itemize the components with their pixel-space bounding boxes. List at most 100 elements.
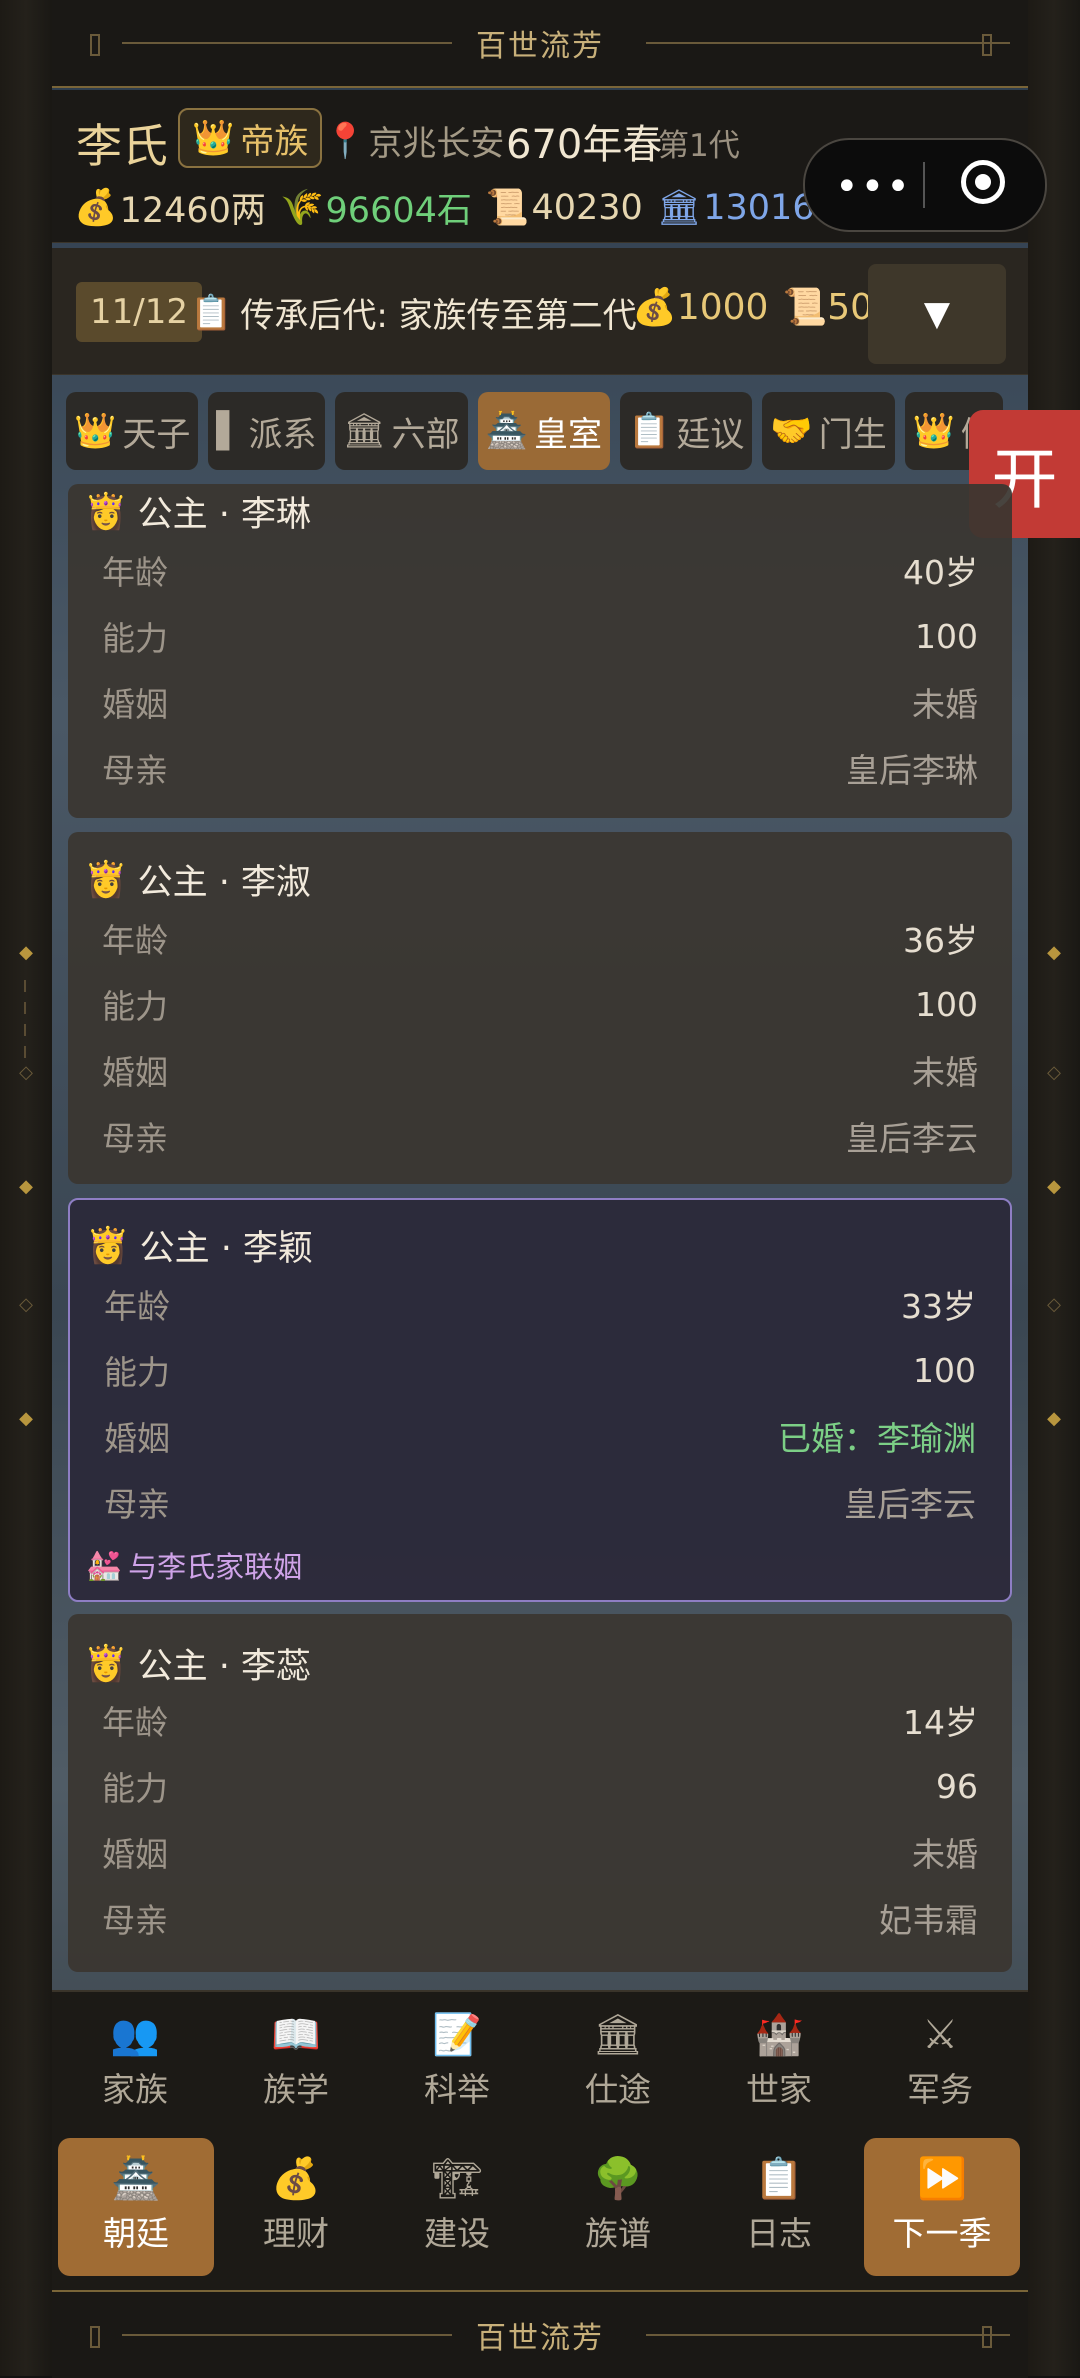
mother-row: 母亲 皇后李云 bbox=[104, 1480, 976, 1524]
crown-icon: 👑 bbox=[74, 411, 117, 451]
fast-forward-icon: ⏩ bbox=[917, 2156, 967, 2202]
crane-icon: 🏗 bbox=[431, 2156, 483, 2202]
temple-icon: 🏛 bbox=[342, 411, 386, 451]
princess-name: 公主 · 李颖 bbox=[139, 1229, 313, 1269]
tab-faction[interactable]: ▌ 派系 bbox=[208, 392, 325, 470]
miniprogram-capsule: ••• bbox=[803, 138, 1047, 232]
more-options-button[interactable]: ••• bbox=[835, 164, 912, 210]
money-bag-icon: 💰 bbox=[74, 188, 118, 228]
nav-label: 仕途 bbox=[585, 2070, 651, 2109]
nav-label: 下一季 bbox=[892, 2214, 992, 2253]
reward-money-value: 1000 bbox=[676, 287, 769, 328]
tab-label: 廷议 bbox=[676, 414, 745, 455]
tree-icon: 🌳 bbox=[593, 2156, 643, 2202]
ability-label: 能力 bbox=[102, 987, 168, 1026]
nav-label: 族谱 bbox=[585, 2214, 651, 2253]
princess-icon: 👸 bbox=[84, 860, 128, 900]
quest-expand-button[interactable]: ▼ bbox=[868, 264, 1006, 364]
handshake-icon: 🤝 bbox=[770, 411, 813, 451]
money-resource: 💰 12460两 bbox=[74, 182, 266, 233]
marriage-row: 婚姻 未婚 bbox=[102, 1048, 978, 1092]
tab-label: 派系 bbox=[248, 414, 317, 455]
diamond-ornament: ◆ bbox=[1047, 1176, 1061, 1197]
alliance-text: 与李氏家联姻 bbox=[128, 1550, 303, 1584]
princess-card[interactable]: 👸 公主 · 李琳 年龄 40岁 能力 100 婚姻 未婚 母亲 皇后李琳 bbox=[68, 484, 1012, 818]
mother-row: 母亲 皇后李琳 bbox=[102, 746, 978, 790]
right-frame: ◆ ◇ ◆ ◇ ◆ bbox=[1026, 0, 1080, 2376]
nav-family[interactable]: 👥 家族 bbox=[60, 1994, 210, 2132]
card-title: 👸 公主 · 李琳 bbox=[84, 486, 311, 537]
nav-military[interactable]: ⚔ 军务 bbox=[865, 1994, 1015, 2132]
ability-label: 能力 bbox=[102, 1769, 168, 1808]
resource-bar: 💰 12460两 🌾 96604石 📜 40230 🏛 13016 bbox=[74, 182, 815, 233]
ability-row: 能力 100 bbox=[104, 1348, 976, 1393]
banner-cap bbox=[90, 2326, 100, 2348]
marriage-label: 婚姻 bbox=[102, 1835, 168, 1874]
temple-icon: 🏛 bbox=[592, 2012, 644, 2058]
mother-value: 妃韦霜 bbox=[879, 1901, 978, 1940]
marriage-value: 未婚 bbox=[912, 1835, 978, 1874]
nav-genealogy[interactable]: 🌳 族谱 bbox=[543, 2138, 693, 2276]
age-value: 14岁 bbox=[903, 1703, 978, 1742]
close-miniprogram-button[interactable] bbox=[961, 160, 1005, 204]
tab-royal-family[interactable]: 🏯 皇室 bbox=[477, 392, 611, 470]
banner-cap bbox=[982, 34, 992, 56]
next-season-button[interactable]: ⏩ 下一季 bbox=[864, 2138, 1020, 2276]
palace-icon: 🏯 bbox=[485, 411, 529, 451]
crown-icon: 👑 bbox=[192, 118, 235, 158]
nav-log[interactable]: 📋 日志 bbox=[704, 2138, 854, 2276]
marriage-row: 婚姻 未婚 bbox=[102, 1830, 978, 1874]
court-tabs: 👑天子 ▌派系 🏛六部 🏯皇室 📋廷议 🤝门生 👑储 bbox=[66, 392, 1014, 472]
money-bag-icon: 💰 bbox=[271, 2156, 321, 2202]
nav-label: 日志 bbox=[746, 2214, 812, 2253]
card-title: 👸 公主 · 李蕊 bbox=[84, 1638, 311, 1689]
tab-label: 皇室 bbox=[534, 414, 603, 455]
tab-court-debate[interactable]: 📋 廷议 bbox=[620, 392, 753, 470]
banner-cap bbox=[90, 34, 100, 56]
nav-label: 朝廷 bbox=[103, 2214, 169, 2253]
nav-construction[interactable]: 🏗 建设 bbox=[382, 2138, 532, 2276]
clipboard-icon: 📋 bbox=[190, 292, 233, 333]
tab-emperor[interactable]: 👑 天子 bbox=[66, 392, 199, 470]
scroll-icon: 📜 bbox=[782, 287, 828, 328]
age-row: 年龄 40岁 bbox=[102, 548, 978, 592]
mother-label: 母亲 bbox=[104, 1485, 170, 1524]
princess-card[interactable]: 👸 公主 · 李淑 年龄 36岁 能力 100 婚姻 未婚 母亲 皇后李云 bbox=[68, 832, 1012, 1184]
ability-value: 100 bbox=[915, 984, 978, 1024]
ability-label: 能力 bbox=[102, 619, 168, 658]
mother-row: 母亲 妃韦霜 bbox=[102, 1896, 978, 1940]
generation-label: 第1代 bbox=[658, 128, 740, 164]
flag-icon: ▌ bbox=[216, 411, 243, 451]
memo-icon: 📝 bbox=[432, 2012, 482, 2058]
nav-label: 族学 bbox=[263, 2070, 329, 2109]
location: 📍 京兆长安 bbox=[324, 116, 504, 165]
marriage-value: 未婚 bbox=[912, 1053, 978, 1092]
left-frame: ◆ ◇ ◆ ◇ ◆ bbox=[0, 0, 54, 2376]
clan-header: 李氏 👑 帝族 📍 京兆长安 670年春 第1代 💰 12460两 🌾 9660… bbox=[52, 90, 1047, 243]
age-value: 40岁 bbox=[903, 553, 978, 592]
princess-icon: 👸 bbox=[84, 492, 128, 532]
grain-value: 96604石 bbox=[325, 191, 472, 231]
nav-noble-houses[interactable]: 🏰 世家 bbox=[704, 1994, 854, 2132]
bottom-banner: 百世流芳 bbox=[52, 2290, 1028, 2378]
age-value: 33岁 bbox=[901, 1287, 976, 1326]
ornament-line bbox=[24, 980, 26, 1060]
princess-card-married[interactable]: 👸 公主 · 李颖 年龄 33岁 能力 100 婚姻 已婚：李瑜渊 母亲 皇后李云 💒 与李… bbox=[68, 1198, 1012, 1602]
tab-disciples[interactable]: 🤝 门生 bbox=[762, 392, 895, 470]
nav-career[interactable]: 🏛 仕途 bbox=[543, 1994, 693, 2132]
nav-finance[interactable]: 💰 理财 bbox=[221, 2138, 371, 2276]
princess-icon: 👸 bbox=[84, 1644, 128, 1684]
grain-resource: 🌾 96604石 bbox=[280, 182, 472, 233]
money-value: 12460两 bbox=[119, 191, 266, 231]
top-banner: 百世流芳 bbox=[52, 0, 1028, 88]
princess-card[interactable]: 👸 公主 · 李蕊 年龄 14岁 能力 96 婚姻 未婚 母亲 妃韦霜 bbox=[68, 1614, 1012, 1972]
map-pin-icon: 📍 bbox=[324, 120, 367, 161]
nav-exam[interactable]: 📝 科举 bbox=[382, 1994, 532, 2132]
mother-value: 皇后李琳 bbox=[846, 751, 978, 790]
tab-label: 门生 bbox=[818, 414, 887, 455]
nav-clan-school[interactable]: 📖 族学 bbox=[221, 1994, 371, 2132]
location-label: 京兆长安 bbox=[368, 124, 505, 164]
tab-six-ministries[interactable]: 🏛 六部 bbox=[334, 392, 468, 470]
scroll-icon: 📜 bbox=[485, 188, 530, 228]
nav-court[interactable]: 🏯 朝廷 bbox=[58, 2138, 214, 2276]
